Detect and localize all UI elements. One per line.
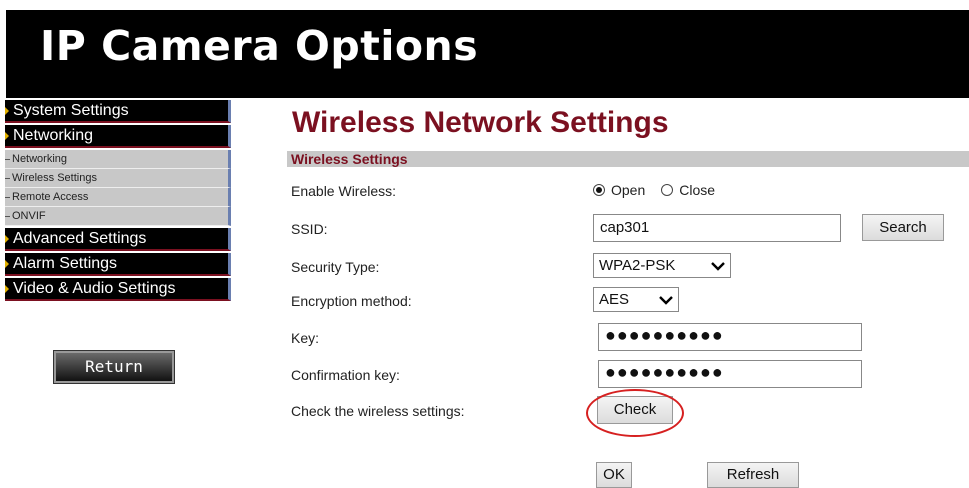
encryption-method-select[interactable]: AES	[593, 287, 679, 312]
app-title: IP Camera Options	[40, 22, 479, 70]
section-title: Wireless Settings	[291, 151, 408, 167]
chevron-down-icon	[711, 262, 725, 271]
search-button[interactable]: Search	[862, 214, 944, 241]
security-type-value: WPA2-PSK	[599, 257, 676, 274]
chevron-down-icon	[659, 296, 673, 305]
nav-sub-networking[interactable]: Networking	[5, 150, 231, 169]
radio-close[interactable]	[661, 184, 674, 196]
security-type-select[interactable]: WPA2-PSK	[593, 253, 731, 278]
key-label: Key:	[291, 330, 320, 346]
radio-close-label: Close	[679, 182, 716, 198]
encryption-method-value: AES	[599, 291, 630, 308]
page-title: Wireless Network Settings	[292, 106, 669, 139]
nav-networking[interactable]: Networking	[5, 125, 231, 148]
nav-sub-wireless-settings[interactable]: Wireless Settings	[5, 169, 231, 188]
header-banner: IP Camera Options	[6, 10, 969, 98]
nav-system-settings[interactable]: System Settings	[5, 100, 231, 123]
ok-button[interactable]: OK	[596, 462, 632, 488]
confirmation-key-label: Confirmation key:	[291, 367, 400, 383]
nav-sub-remote-access[interactable]: Remote Access	[5, 188, 231, 207]
key-input[interactable]: ●●●●●●●●●●	[598, 323, 862, 351]
nav-alarm-settings[interactable]: Alarm Settings	[5, 253, 231, 276]
section-header: Wireless Settings	[287, 151, 969, 167]
nav-video-audio-settings[interactable]: Video & Audio Settings	[5, 278, 231, 301]
confirmation-key-input[interactable]: ●●●●●●●●●●	[598, 360, 862, 388]
check-wireless-label: Check the wireless settings:	[291, 403, 465, 419]
highlight-circle	[586, 389, 684, 437]
enable-wireless-radio-group: Open Close	[593, 182, 715, 198]
encryption-method-label: Encryption method:	[291, 293, 412, 309]
nav-advanced-settings[interactable]: Advanced Settings	[5, 228, 231, 251]
sidebar-nav: System Settings Networking Networking Wi…	[5, 100, 231, 303]
ssid-label: SSID:	[291, 221, 328, 237]
return-button[interactable]: Return	[53, 350, 175, 384]
refresh-button[interactable]: Refresh	[707, 462, 799, 488]
nav-sub-onvif[interactable]: ONVIF	[5, 207, 231, 226]
radio-open[interactable]	[593, 184, 605, 196]
ssid-input[interactable]: cap301	[593, 214, 841, 242]
security-type-label: Security Type:	[291, 259, 380, 275]
enable-wireless-label: Enable Wireless:	[291, 183, 397, 199]
radio-open-label: Open	[611, 182, 646, 198]
